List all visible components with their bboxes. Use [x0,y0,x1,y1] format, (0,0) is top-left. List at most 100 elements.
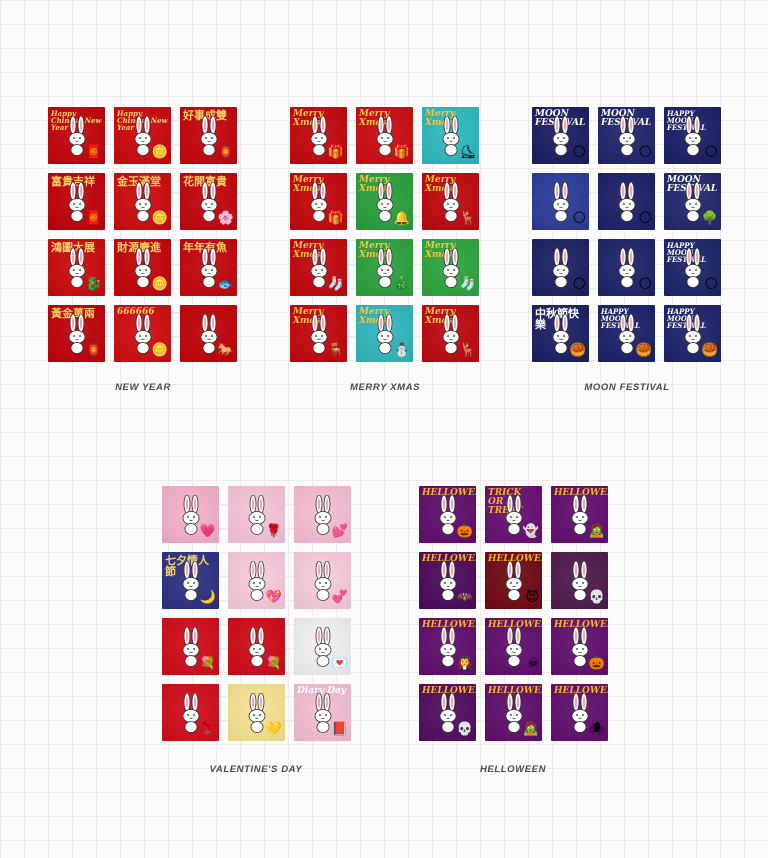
rabbit-icon [680,247,706,293]
sticker-tile[interactable]: Merry Xmas 🪑 [290,305,347,362]
sticker-tile[interactable]: Merry Xmas 🎁 [356,107,413,164]
sticker-tile[interactable]: 💌 [294,618,351,675]
sticker-tile[interactable]: Happy Chinese New Year 🪙 [114,107,171,164]
rabbit-icon [64,313,90,359]
rabbit-icon [306,115,332,161]
rabbit-icon [130,247,156,293]
sticker-tile[interactable]: 💛 [228,684,285,741]
sticker-tile[interactable]: Merry Xmas 🎄 [356,239,413,296]
sticker-tile[interactable]: HAPPY MOON FESTIVAL🌕 [664,239,721,296]
sticker-tile[interactable]: MOON FESTIVAL 🌕 [598,107,655,164]
rabbit-icon [435,626,461,672]
sticker-tile[interactable]: Merry Xmas 🦌 [422,173,479,230]
rabbit-icon [435,494,461,540]
sticker-tile[interactable]: 🌕 [598,173,655,230]
sticker-tile[interactable]: Merry Xmas ⛄ [356,305,413,362]
rabbit-icon [130,181,156,227]
sticker-tile[interactable]: 年年有魚 🐟 [180,239,237,296]
caption-new-year: NEW YEAR [115,382,171,393]
sticker-tile[interactable]: 🌕 [598,239,655,296]
sticker-decoration-icon: 🌕 [704,277,718,292]
sticker-tile[interactable]: Merry Xmas 🧦 [422,239,479,296]
rabbit-icon [435,692,461,738]
caption-merry-xmas: MERRY XMAS [349,382,421,393]
sticker-decoration-icon: 😈 [525,590,539,605]
rabbit-icon [372,247,398,293]
sticker-tile[interactable]: 🌕 [532,239,589,296]
sticker-decoration-icon: 🌕 [572,211,586,226]
sticker-tile[interactable]: 七夕情人節 🌙 [162,552,219,609]
sticker-tile[interactable]: 💀 [551,552,608,609]
sticker-tile[interactable]: HELLOWEEN🎃 [551,618,608,675]
rabbit-icon [548,247,574,293]
sticker-tile[interactable]: 💐 [228,618,285,675]
rabbit-icon [196,313,222,359]
sticker-tile[interactable]: HELLOWEEN☠ [485,618,542,675]
sticker-tile[interactable]: HAPPY MOON FESTIVAL🥮 [664,305,721,362]
sticker-tile[interactable]: 💖 [228,552,285,609]
sticker-tile[interactable]: 💞 [294,552,351,609]
sticker-tile[interactable]: 🌹 [162,684,219,741]
sticker-tile[interactable]: Merry Xmas 🎁 [290,173,347,230]
sticker-tile[interactable]: 鴻圖大展 🐉 [48,239,105,296]
sticker-tile[interactable]: MOON FESTIVAL 🌳 [664,173,721,230]
sticker-decoration-icon: 🌕 [704,145,718,160]
rabbit-icon [244,626,270,672]
sticker-tile[interactable]: HAPPY MOON FESTIVAL🌕 [664,107,721,164]
sticker-tile[interactable]: HELLOWEEN🦇 [419,552,476,609]
rabbit-icon [501,692,527,738]
sticker-tile[interactable]: HELLOWEEN🧟 [485,684,542,741]
sticker-tile[interactable]: Happy Chinese New Year 🧧 [48,107,105,164]
sticker-tile[interactable]: 好事成雙 🏮 [180,107,237,164]
sticker-tile[interactable]: 花開富貴 🌸 [180,173,237,230]
rabbit-icon [130,115,156,161]
rabbit-icon [306,313,332,359]
sticker-tile[interactable]: 🌹 [228,486,285,543]
sticker-tile[interactable]: Merry Xmas 🧦 [290,239,347,296]
rabbit-icon [244,560,270,606]
sticker-tile[interactable]: Diary Day 📕 [294,684,351,741]
rabbit-icon [178,560,204,606]
sticker-tile[interactable]: HAPPY MOON FESTIVAL🥮 [598,305,655,362]
sticker-tile[interactable]: HELLOWEEN🧟 [551,486,608,543]
rabbit-icon [178,692,204,738]
sticker-tile[interactable]: 💐 [162,618,219,675]
rabbit-icon [567,560,593,606]
sticker-tile[interactable]: Merry Xmas 🎁 [290,107,347,164]
sticker-tile[interactable]: 💕 [294,486,351,543]
sticker-tile[interactable]: 財源廣進 🪙 [114,239,171,296]
rabbit-icon [614,181,640,227]
sticker-tile[interactable]: Merry Xmas 🔔 [356,173,413,230]
sticker-tile[interactable]: 黃金萬兩 🏮 [48,305,105,362]
rabbit-icon [244,692,270,738]
sticker-tile[interactable]: HELLOWEEN🧛 [419,618,476,675]
sticker-tile[interactable]: TRICK OR TREAT 👻 [485,486,542,543]
sticker-tile[interactable]: Merry Xmas ⛸ [422,107,479,164]
sticker-tile[interactable]: HELLOWEEN🕷 [551,684,608,741]
sticker-tile[interactable]: 富貴吉祥 🧧 [48,173,105,230]
sticker-tile[interactable]: Merry Xmas 🦌 [422,305,479,362]
rabbit-icon [306,181,332,227]
rabbit-icon [680,115,706,161]
sticker-tile[interactable]: 🌕 [532,173,589,230]
rabbit-icon [64,115,90,161]
sticker-tile[interactable]: 💗 [162,486,219,543]
moon-sticker-grid: MOON FESTIVAL 🌕 MOON FESTIVAL 🌕 HAPPY MOON… [532,107,721,362]
rabbit-icon [130,313,156,359]
rabbit-icon [680,313,706,359]
sticker-tile[interactable]: MOON FESTIVAL 🌕 [532,107,589,164]
sticker-tile[interactable]: 666666 🪙 [114,305,171,362]
rabbit-icon [567,494,593,540]
sticker-tile[interactable]: 🐎 [180,305,237,362]
sticker-tile[interactable]: 中秋節快樂 🥮 [532,305,589,362]
rabbit-icon [567,692,593,738]
caption-moon-festival: MOON FESTIVAL [584,382,670,393]
rabbit-icon [438,247,464,293]
caption-halloween: HELLOWEEN [479,764,547,775]
rabbit-icon [614,313,640,359]
sticker-tile[interactable]: HELLOWEEN🎃 [419,486,476,543]
sticker-tile[interactable]: HELLOWEEN💀 [419,684,476,741]
sticker-tile[interactable]: 金玉滿堂 🪙 [114,173,171,230]
sticker-tile[interactable]: HELLOWEEN😈 [485,552,542,609]
valentine-sticker-grid: 💗 🌹 💕 七夕情人節 🌙 💖 💞 💐 💐 💌 🌹 💛 Diary Day 📕 [162,486,351,741]
